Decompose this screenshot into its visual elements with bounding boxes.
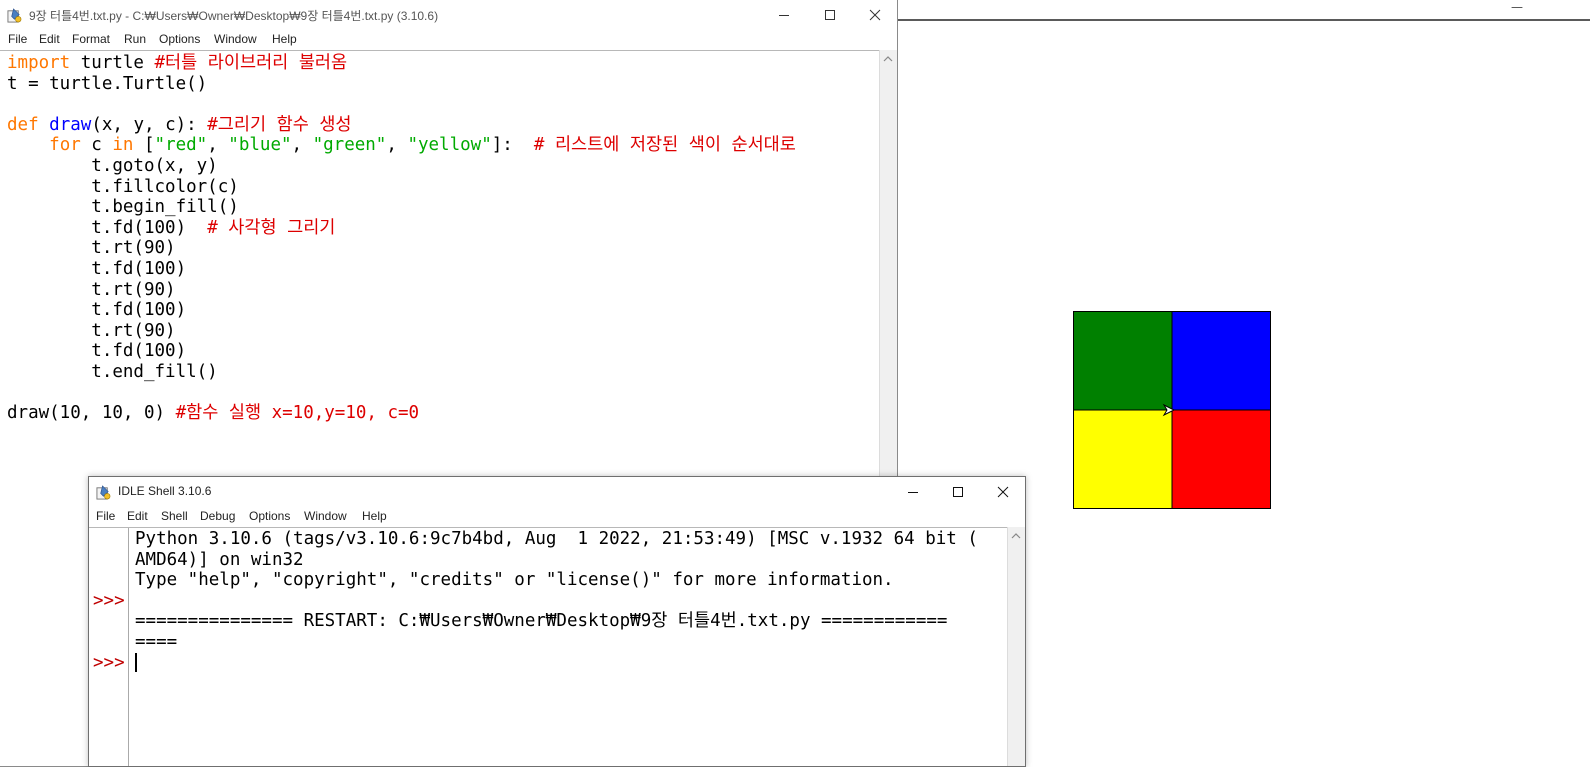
shell-output-line: AMD64)] on win32 [135,549,304,570]
code-line: t.fd(100) [7,300,187,321]
shell-output-line: =============== RESTART: C:₩Users₩Owner₩… [135,611,948,632]
menu-edit[interactable]: Edit [127,509,148,523]
menu-file[interactable]: File [8,32,27,46]
shell-output-line: ==== [135,631,178,652]
shell-titlebar[interactable]: IDLE Shell 3.10.6 [89,477,1025,507]
minimize-icon [779,15,789,16]
menu-help[interactable]: Help [362,509,387,523]
close-icon [869,9,881,21]
menu-help[interactable]: Help [272,32,297,46]
turtle-colored-squares [1073,311,1271,509]
menu-run[interactable]: Run [124,32,146,46]
idle-shell-window: IDLE Shell 3.10.6 File Edit Shell Debug … [88,476,1026,767]
editor-window-title: 9장 터틀4번.txt.py - C:₩Users₩Owner₩Desktop₩… [29,9,439,23]
code-line: t.end_fill() [7,361,218,382]
menu-options[interactable]: Options [159,32,200,46]
editor-close-button[interactable] [852,0,897,30]
editor-titlebar[interactable]: 9장 터틀4번.txt.py - C:₩Users₩Owner₩Desktop₩… [0,0,897,30]
shell-output-line: Python 3.10.6 (tags/v3.10.6:9c7b4bd, Aug… [135,529,978,549]
shell-output: Python 3.10.6 (tags/v3.10.6:9c7b4bd, Aug… [135,529,978,674]
code-line: t.rt(90) [7,320,176,341]
yellow-square [1073,409,1173,509]
green-square [1073,311,1173,411]
shell-prompt-sidebar: >>> >>> [89,528,129,766]
blue-square [1171,311,1271,411]
maximize-icon [825,10,835,20]
minimize-icon [908,492,918,493]
code-line: t.fd(100) [7,258,187,279]
idle-app-icon [96,485,111,500]
source-code: import turtle #터틀 라이브러리 불러옴 t = turtle.Tu… [7,53,796,424]
menu-window[interactable]: Window [304,509,347,523]
code-line: t.goto(x, y) [7,155,218,176]
editor-minimize-button[interactable] [761,0,807,30]
idle-app-icon [7,8,22,23]
code-line: draw(10, 10, 0) #함수 실행 x=10,y=10, c=0 [7,403,420,424]
shell-window-title: IDLE Shell 3.10.6 [118,484,212,498]
scroll-up-arrow-icon[interactable] [883,55,893,63]
code-line: t.rt(90) [7,238,176,259]
red-square [1171,409,1271,509]
code-line: for c in ["red", "blue", "green", "yello… [49,135,796,156]
shell-maximize-button[interactable] [935,477,981,507]
shell-vertical-scrollbar[interactable] [1007,527,1025,766]
shell-close-button[interactable] [980,477,1025,507]
editor-maximize-button[interactable] [807,0,853,30]
code-line: t.fd(100) [7,341,187,362]
menu-file[interactable]: File [96,509,115,523]
shell-text-area[interactable]: >>> >>> Python 3.10.6 (tags/v3.10.6:9c7b… [89,527,1009,766]
editor-menubar: File Edit Format Run Options Window Help [0,30,897,50]
code-line: t = turtle.Turtle() [7,73,208,94]
menu-debug[interactable]: Debug [200,509,235,523]
code-line: t.begin_fill() [7,197,239,218]
maximize-icon [953,487,963,497]
menu-window[interactable]: Window [214,32,257,46]
shell-menubar: File Edit Shell Debug Options Window Hel… [89,507,1025,527]
shell-output-line: Type "help", "copyright", "credits" or "… [135,570,894,591]
text-cursor [135,652,137,672]
shell-input-line[interactable] [135,652,978,675]
code-line: t.rt(90) [7,279,176,300]
code-line: def draw(x, y, c): #그리기 함수 생성 [7,114,352,135]
code-line: ​ [7,383,796,404]
shell-minimize-button[interactable] [890,477,936,507]
shell-prompt: >>> [93,653,125,673]
close-icon [997,486,1009,498]
code-line: ​ [7,94,796,115]
code-line: import turtle #터틀 라이브러리 불러옴 [7,53,348,73]
shell-prompt: >>> [93,591,125,611]
menu-edit[interactable]: Edit [39,32,60,46]
shell-output-line: ​ [135,591,978,612]
turtle-minimize-button[interactable]: — [1502,0,1532,18]
menu-format[interactable]: Format [72,32,110,46]
scroll-up-arrow-icon[interactable] [1011,532,1021,540]
code-line: t.fillcolor(c) [7,176,239,197]
menu-shell[interactable]: Shell [161,509,188,523]
menu-options[interactable]: Options [249,509,290,523]
turtle-window-titlebar: — [898,0,1590,21]
code-line: t.fd(100) # 사각형 그리기 [7,217,336,238]
